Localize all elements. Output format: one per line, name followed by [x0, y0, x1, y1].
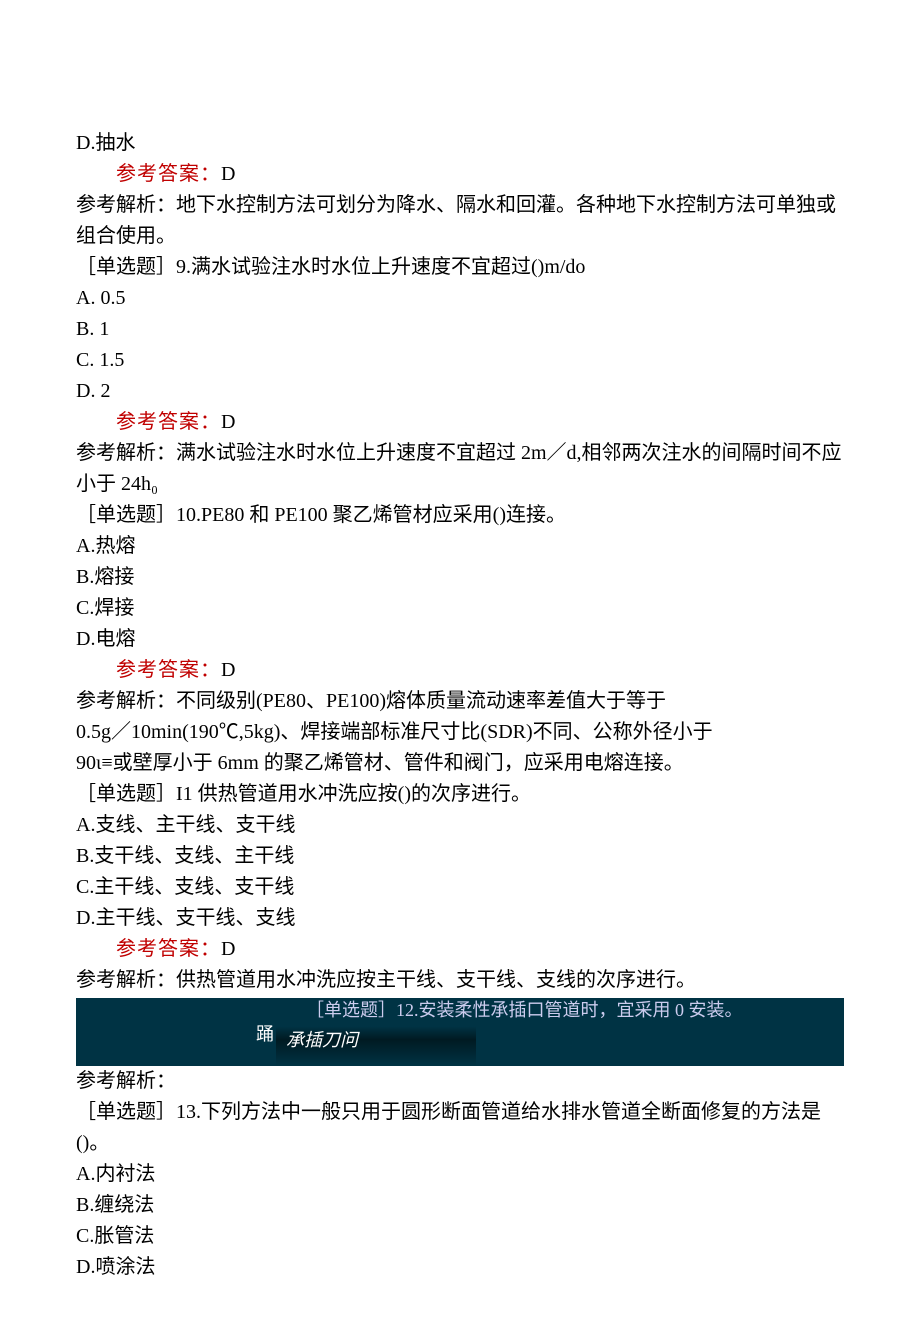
- q9-answer-value: D: [221, 411, 235, 433]
- q9-option-c: C. 1.5: [76, 345, 844, 376]
- q9-explanation: 参考解析：满水试验注水时水位上升速度不宜超过 2m／d,相邻两次注水的间隔时间不…: [76, 438, 844, 500]
- q13-option-d: D.喷涂法: [76, 1252, 844, 1283]
- q13-option-c: C.胀管法: [76, 1221, 844, 1252]
- q8-option-d: D.抽水: [76, 128, 844, 159]
- q11-stem: ［单选题］I1 供热管道用水冲洗应按()的次序进行。: [76, 779, 844, 810]
- q11-option-a: A.支线、主干线、支干线: [76, 810, 844, 841]
- q12-highlight-block: ［单选题］12.安装柔性承插口管道时，宜采用 0 安装。 踊 承插刀问: [76, 998, 844, 1066]
- q13-option-a: A.内衬法: [76, 1159, 844, 1190]
- q10-explanation-3: 90ι≡或壁厚小于 6mm 的聚乙烯管材、管件和阀门，应采用电熔连接。: [76, 748, 844, 779]
- q13-explanation-label: 参考解析：: [76, 1066, 844, 1097]
- q13-option-b: B.缠绕法: [76, 1190, 844, 1221]
- q8-answer-value: D: [221, 163, 235, 185]
- q8-answer-line: 参考答案：D: [76, 159, 844, 190]
- answer-label: 参考答案：: [116, 411, 221, 433]
- q9-option-d: D. 2: [76, 376, 844, 407]
- q12-highlight-top: ［单选题］12.安装柔性承插口管道时，宜采用 0 安装。: [76, 998, 844, 1022]
- q12-highlight-bottom-row: 踊 承插刀问: [76, 1022, 844, 1066]
- q11-option-d: D.主干线、支干线、支线: [76, 903, 844, 934]
- answer-label: 参考答案：: [116, 659, 221, 681]
- q10-answer-value: D: [221, 659, 235, 681]
- answer-label: 参考答案：: [116, 938, 221, 960]
- q12-highlight-mid: 承插刀问: [276, 1022, 476, 1066]
- q10-option-d: D.电熔: [76, 624, 844, 655]
- q11-answer-line: 参考答案：D: [76, 934, 844, 965]
- q9-option-b: B. 1: [76, 314, 844, 345]
- q9-option-a: A. 0.5: [76, 283, 844, 314]
- q11-option-c: C.主干线、支线、支干线: [76, 872, 844, 903]
- q9-stem: ［单选题］9.满水试验注水时水位上升速度不宜超过()m/do: [76, 252, 844, 283]
- q10-option-a: A.热熔: [76, 531, 844, 562]
- q10-stem: ［单选题］10.PE80 和 PE100 聚乙烯管材应采用()连接。: [76, 500, 844, 531]
- answer-label: 参考答案：: [116, 163, 221, 185]
- q11-answer-value: D: [221, 938, 235, 960]
- q9-answer-line: 参考答案：D: [76, 407, 844, 438]
- q10-explanation-1: 参考解析：不同级别(PE80、PE100)熔体质量流动速率差值大于等于: [76, 686, 844, 717]
- q10-answer-line: 参考答案：D: [76, 655, 844, 686]
- q8-explanation: 参考解析：地下水控制方法可划分为降水、隔水和回灌。各种地下水控制方法可单独或组合…: [76, 190, 844, 252]
- q10-explanation-2: 0.5g／10min(190℃,5kg)、焊接端部标准尺寸比(SDR)不同、公称…: [76, 717, 844, 748]
- q13-stem: ［单选题］13.下列方法中一般只用于圆形断面管道给水排水管道全断面修复的方法是(…: [76, 1097, 844, 1159]
- q11-explanation: 参考解析：供热管道用水冲洗应按主干线、支干线、支线的次序进行。: [76, 965, 844, 996]
- q12-highlight-left: 踊: [76, 1022, 276, 1046]
- q10-option-b: B.熔接: [76, 562, 844, 593]
- q11-option-b: B.支干线、支线、主干线: [76, 841, 844, 872]
- q10-option-c: C.焊接: [76, 593, 844, 624]
